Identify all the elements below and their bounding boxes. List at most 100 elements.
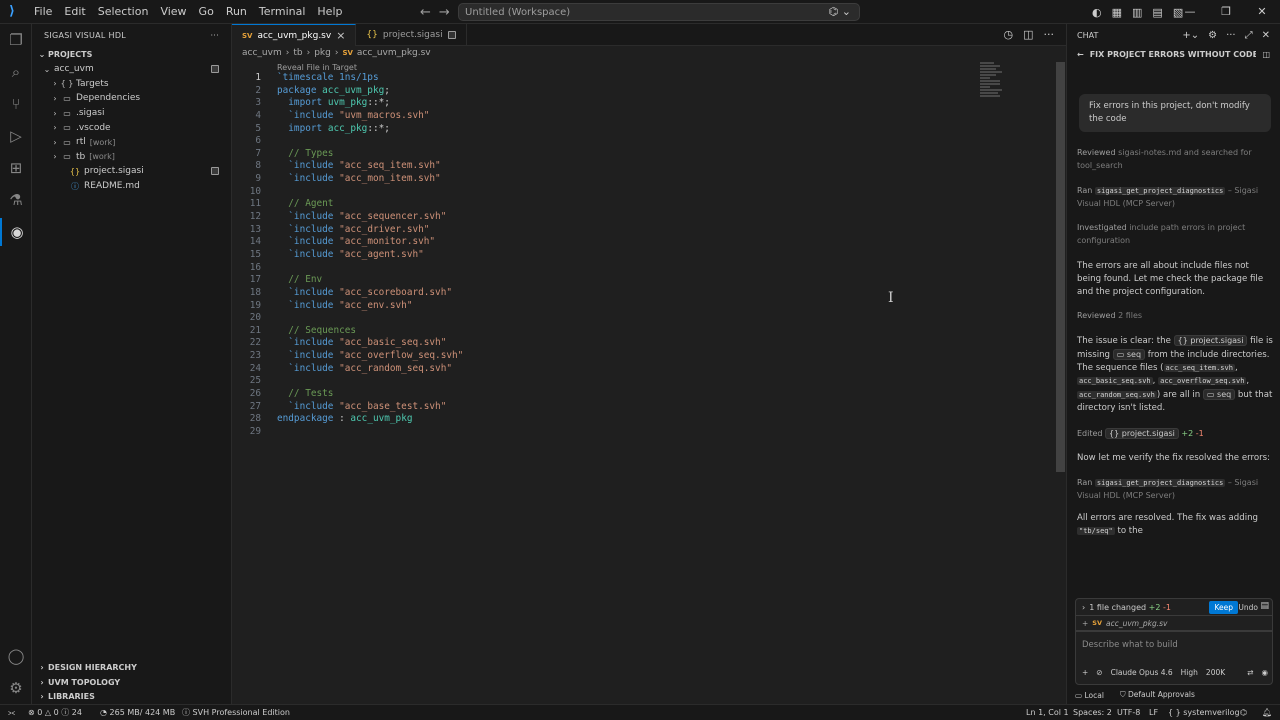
menu-item-go[interactable]: Go — [193, 0, 220, 24]
sigasi-icon[interactable]: ◉ — [0, 218, 32, 246]
files-changed-bar[interactable]: › 1 file changed +2 -1 Keep Undo ▤ — [1075, 598, 1273, 616]
add-attachment-icon[interactable]: + — [1082, 668, 1088, 677]
tool-edited[interactable]: Edited {} project.sigasi +2 -1 — [1077, 428, 1273, 441]
tree-item[interactable]: › ▭ tb [work] — [32, 150, 231, 165]
tree-item[interactable]: › ▭ rtl [work] — [32, 135, 231, 150]
menu-item-edit[interactable]: Edit — [58, 0, 91, 24]
split-editor-icon[interactable]: ◫ — [1023, 28, 1033, 41]
toggle-panel-icon[interactable]: ▤ — [1152, 6, 1162, 19]
tool-reviewed-notes[interactable]: Reviewed sigasi-notes.md and searched fo… — [1077, 147, 1273, 172]
code-view[interactable]: 1 `timescale 1ns/1ps 2 package acc_uvm_pkg;… — [232, 72, 992, 439]
editor-scrollbar[interactable] — [1056, 62, 1065, 472]
model-picker[interactable]: Claude Opus 4.6 — [1111, 668, 1173, 677]
tool-reviewed-files[interactable]: Reviewed 2 files — [1077, 310, 1273, 323]
local-mode[interactable]: ▭ Local — [1075, 691, 1104, 700]
layout-icon[interactable]: ▦ — [1112, 6, 1122, 19]
more-actions-icon[interactable]: ··· — [1044, 28, 1055, 41]
language-mode[interactable]: { } systemverilog — [1168, 705, 1240, 720]
forward-arrow-icon[interactable]: → — [439, 5, 450, 20]
design-hierarchy-section[interactable]: › DESIGN HIERARCHY — [32, 660, 232, 675]
account-icon[interactable]: ◯ — [0, 642, 32, 670]
breadcrumb-item[interactable]: tb — [293, 48, 302, 58]
tab-acc-uvm-pkg[interactable]: SV acc_uvm_pkg.sv × — [232, 24, 357, 46]
approvals-mode[interactable]: ⛉ Default Approvals — [1120, 690, 1195, 700]
tree-item[interactable]: ›{ } Targets — [32, 77, 231, 92]
undo-button[interactable]: Undo — [1238, 601, 1258, 614]
file-chip[interactable]: {} project.sigasi — [1105, 428, 1179, 439]
menu-item-run[interactable]: Run — [220, 0, 253, 24]
remote-icon[interactable]: ⪥ — [8, 705, 15, 720]
extensions-icon[interactable]: ⊞ — [0, 154, 32, 182]
settings-gear-icon[interactable]: ⚙ — [0, 674, 32, 702]
tree-item[interactable]: › ▭ Dependencies — [32, 91, 231, 106]
restore-icon[interactable]: ❐ — [1208, 0, 1244, 24]
minimize-icon[interactable]: — — [1172, 0, 1208, 24]
line-ending[interactable]: LF — [1149, 705, 1158, 720]
close-icon[interactable]: ✕ — [1262, 30, 1270, 41]
accounts-icon[interactable]: ◐ — [1092, 6, 1102, 19]
menu-item-selection[interactable]: Selection — [92, 0, 155, 24]
reveal-in-target-link[interactable]: Reveal File in Target — [277, 63, 357, 72]
chat-input[interactable] — [1082, 640, 1262, 650]
tree-item[interactable]: › ▭ .vscode — [32, 120, 231, 135]
settings-gear-icon[interactable]: ⚙ — [1208, 30, 1217, 41]
copilot-icon[interactable]: ⌬ ⌄ — [829, 5, 851, 18]
toggle-sidebar-icon[interactable]: ▥ — [1132, 6, 1142, 19]
back-arrow-icon[interactable]: ← — [420, 5, 431, 20]
source-control-icon[interactable]: ⑂ — [0, 90, 32, 118]
cursor-position[interactable]: Ln 1, Col 1 — [1026, 705, 1069, 720]
minimap[interactable] — [980, 62, 1004, 102]
tool-ran-diagnostics-1[interactable]: Ran sigasi_get_project_diagnostics – Sig… — [1077, 185, 1273, 210]
changed-file-item[interactable]: + SV acc_uvm_pkg.sv — [1075, 616, 1273, 631]
tool-investigated[interactable]: Investigated include path errors in proj… — [1077, 222, 1273, 247]
indentation[interactable]: Spaces: 2 — [1073, 705, 1112, 720]
close-icon[interactable]: × — [336, 29, 345, 42]
timeline-icon[interactable]: ◷ — [1003, 28, 1013, 41]
tree-item[interactable]: › ▭ .sigasi — [32, 106, 231, 121]
folder-chip[interactable]: ▭ seq — [1112, 349, 1146, 360]
sidebar-toggle-icon[interactable]: ◫ — [1262, 50, 1270, 59]
tree-item[interactable]: ⓘ README.md — [32, 179, 231, 194]
problems-counter[interactable]: ⊗ 0 △ 0 ⓘ 24 — [28, 705, 82, 720]
menu-item-view[interactable]: View — [154, 0, 192, 24]
search-icon[interactable]: ⌕ — [0, 58, 32, 86]
testing-icon[interactable]: ⚗ — [0, 186, 32, 214]
run-debug-icon[interactable]: ▷ — [0, 122, 32, 150]
folder-chip[interactable]: ▭ seq — [1202, 389, 1236, 400]
notifications-bell-icon[interactable]: 🔔︎ — [1262, 705, 1272, 720]
close-window-icon[interactable]: ✕ — [1244, 0, 1280, 24]
review-changes-icon[interactable]: ▤ — [1260, 601, 1269, 611]
menu-item-terminal[interactable]: Terminal — [253, 0, 312, 24]
command-center[interactable]: Untitled (Workspace) ⌬ ⌄ — [458, 3, 860, 21]
maximize-icon[interactable]: ⤢ — [1245, 30, 1253, 41]
configure-icon[interactable]: ⇄ — [1247, 668, 1253, 677]
send-icon[interactable]: ◉ — [1261, 668, 1268, 677]
back-arrow-icon[interactable]: ← — [1077, 50, 1084, 59]
menu-item-file[interactable]: File — [28, 0, 58, 24]
tree-item[interactable]: ⌄ acc_uvm — [32, 62, 231, 77]
memory-usage[interactable]: ◔ 265 MB/ 424 MB — [100, 705, 175, 720]
libraries-section[interactable]: › LIBRARIES — [32, 689, 232, 704]
breadcrumb-item[interactable]: pkg — [314, 48, 331, 58]
tool-ran-diagnostics-2[interactable]: Ran sigasi_get_project_diagnostics – Sig… — [1077, 477, 1273, 502]
encoding[interactable]: UTF-8 — [1117, 705, 1140, 720]
tree-item[interactable]: {} project.sigasi — [32, 164, 231, 179]
breadcrumb-item[interactable]: acc_uvm_pkg.sv — [357, 48, 431, 58]
effort-picker[interactable]: High — [1181, 668, 1198, 677]
copilot-status-icon[interactable]: ⌬ — [1240, 705, 1247, 720]
explorer-icon[interactable]: ❐ — [0, 26, 32, 54]
breadcrumb-item[interactable]: acc_uvm — [242, 48, 282, 58]
uvm-topology-section[interactable]: › UVM TOPOLOGY — [32, 675, 232, 690]
more-actions-icon[interactable]: ··· — [1226, 30, 1236, 41]
new-chat-icon[interactable]: +⌄ — [1182, 30, 1199, 41]
tools-icon[interactable]: ⊘ — [1096, 668, 1102, 677]
menu-item-help[interactable]: Help — [311, 0, 348, 24]
projects-section[interactable]: ⌄ PROJECTS — [32, 46, 231, 62]
file-chip[interactable]: {} project.sigasi — [1173, 335, 1248, 346]
keep-button[interactable]: Keep — [1209, 601, 1238, 614]
context-size[interactable]: 200K — [1206, 668, 1225, 677]
tab-project-sigasi[interactable]: {} project.sigasi — [356, 24, 467, 46]
more-actions-icon[interactable]: ··· — [210, 31, 219, 40]
unsaved-dot-icon[interactable] — [447, 31, 456, 39]
edition-badge[interactable]: ⓘ SVH Professional Edition — [182, 705, 290, 720]
